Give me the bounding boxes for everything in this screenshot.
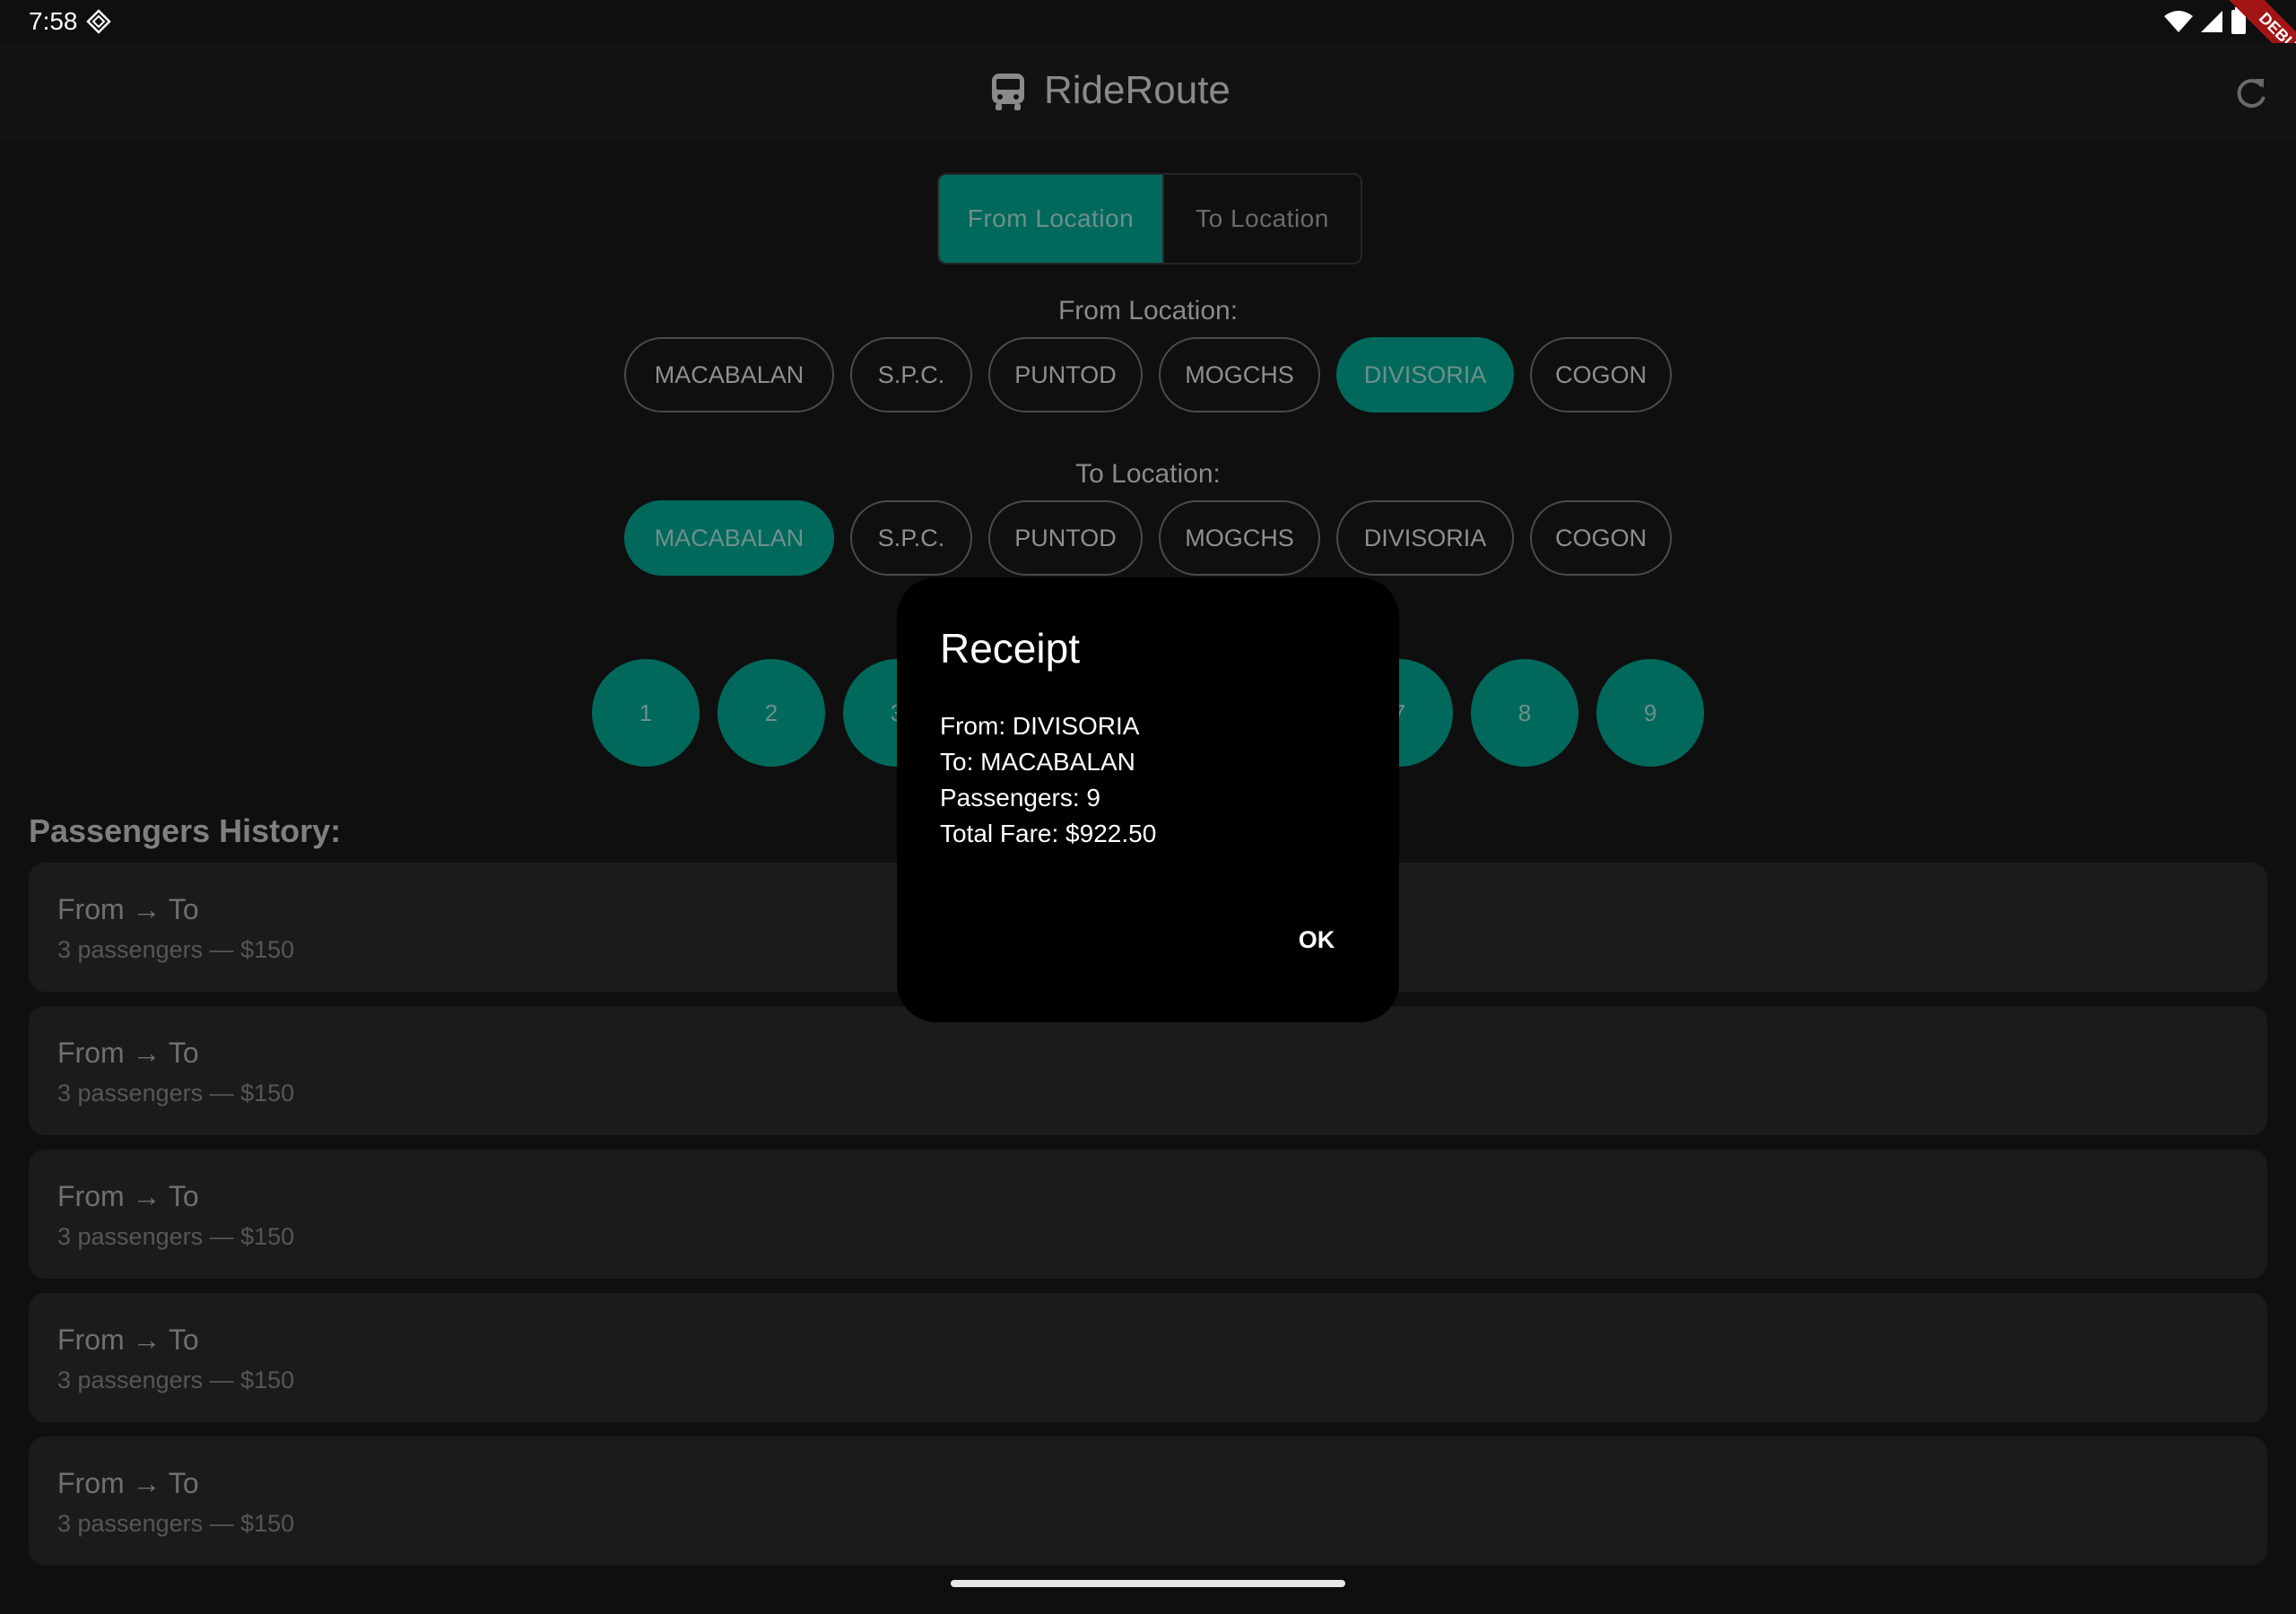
receipt-dialog: Receipt From: DIVISORIA To: MACABALAN Pa… [897,577,1399,1022]
passenger-count-8[interactable]: 8 [1471,659,1578,767]
receipt-to: To: MACABALAN [940,748,1135,776]
to-chip-cogon[interactable]: COGON [1530,500,1672,576]
to-location-label: To Location: [1075,459,1221,489]
refresh-icon[interactable] [2233,75,2269,111]
history-item[interactable]: From → To 3 passengers — $150 [29,1436,2267,1566]
history-title: Passengers History: [29,812,342,849]
dialog-title: Receipt [940,625,1080,672]
receipt-total-fare: Total Fare: $922.50 [940,820,1157,847]
from-chip-divisoria[interactable]: DIVISORIA [1336,337,1514,412]
receipt-from: From: DIVISORIA [940,712,1140,740]
receipt-details: From: DIVISORIA To: MACABALAN Passengers… [940,708,1156,852]
from-chip-cogon[interactable]: COGON [1530,337,1672,412]
home-indicator[interactable] [951,1580,1345,1587]
history-item[interactable]: From → To 3 passengers — $150 [29,1150,2267,1279]
from-location-chips: MACABALAN S.P.C. PUNTOD MOGCHS DIVISORIA… [0,337,2296,412]
tab-from-location[interactable]: From Location [939,175,1162,263]
from-chip-macabalan[interactable]: MACABALAN [624,337,834,412]
history-item-subtitle: 3 passengers — $150 [57,936,295,963]
wifi-icon [2164,11,2193,32]
status-time: 7:58 [29,7,78,35]
to-chip-mogchs[interactable]: MOGCHS [1159,500,1320,576]
from-chip-spc[interactable]: S.P.C. [850,337,972,412]
history-item-title: From → To [57,1467,199,1499]
passenger-count-2[interactable]: 2 [718,659,825,767]
passenger-count-1[interactable]: 1 [592,659,700,767]
history-item[interactable]: From → To 3 passengers — $150 [29,1293,2267,1422]
signal-icon [2201,11,2222,32]
from-chip-puntod[interactable]: PUNTOD [988,337,1143,412]
receipt-passengers: Passengers: 9 [940,784,1100,811]
to-chip-puntod[interactable]: PUNTOD [988,500,1143,576]
from-location-label: From Location: [1057,296,1239,325]
to-chip-divisoria[interactable]: DIVISORIA [1336,500,1514,576]
bus-icon [992,74,1024,110]
history-item-subtitle: 3 passengers — $150 [57,1080,295,1106]
location-toggle: From Location To Location [937,173,1362,265]
sim-icon [86,9,111,34]
tab-to-location[interactable]: To Location [1161,175,1361,263]
ok-button[interactable]: OK [1274,913,1360,967]
history-item-subtitle: 3 passengers — $150 [57,1367,295,1393]
app-title: RideRoute [1044,68,1231,112]
history-item-title: From → To [57,1180,199,1212]
history-item-title: From → To [57,893,199,925]
status-bar: 7:58 DEBUG [0,0,2296,106]
history-item-title: From → To [57,1323,199,1356]
to-chip-macabalan[interactable]: MACABALAN [624,500,834,576]
history-item[interactable]: From → To 3 passengers — $150 [29,1006,2267,1135]
passenger-count-9[interactable]: 9 [1596,659,1704,767]
to-location-chips: MACABALAN S.P.C. PUNTOD MOGCHS DIVISORIA… [0,500,2296,576]
history-item-title: From → To [57,1037,199,1069]
history-item-subtitle: 3 passengers — $150 [57,1223,295,1250]
history-item-subtitle: 3 passengers — $150 [57,1510,295,1537]
from-chip-mogchs[interactable]: MOGCHS [1159,337,1320,412]
to-chip-spc[interactable]: S.P.C. [850,500,972,576]
